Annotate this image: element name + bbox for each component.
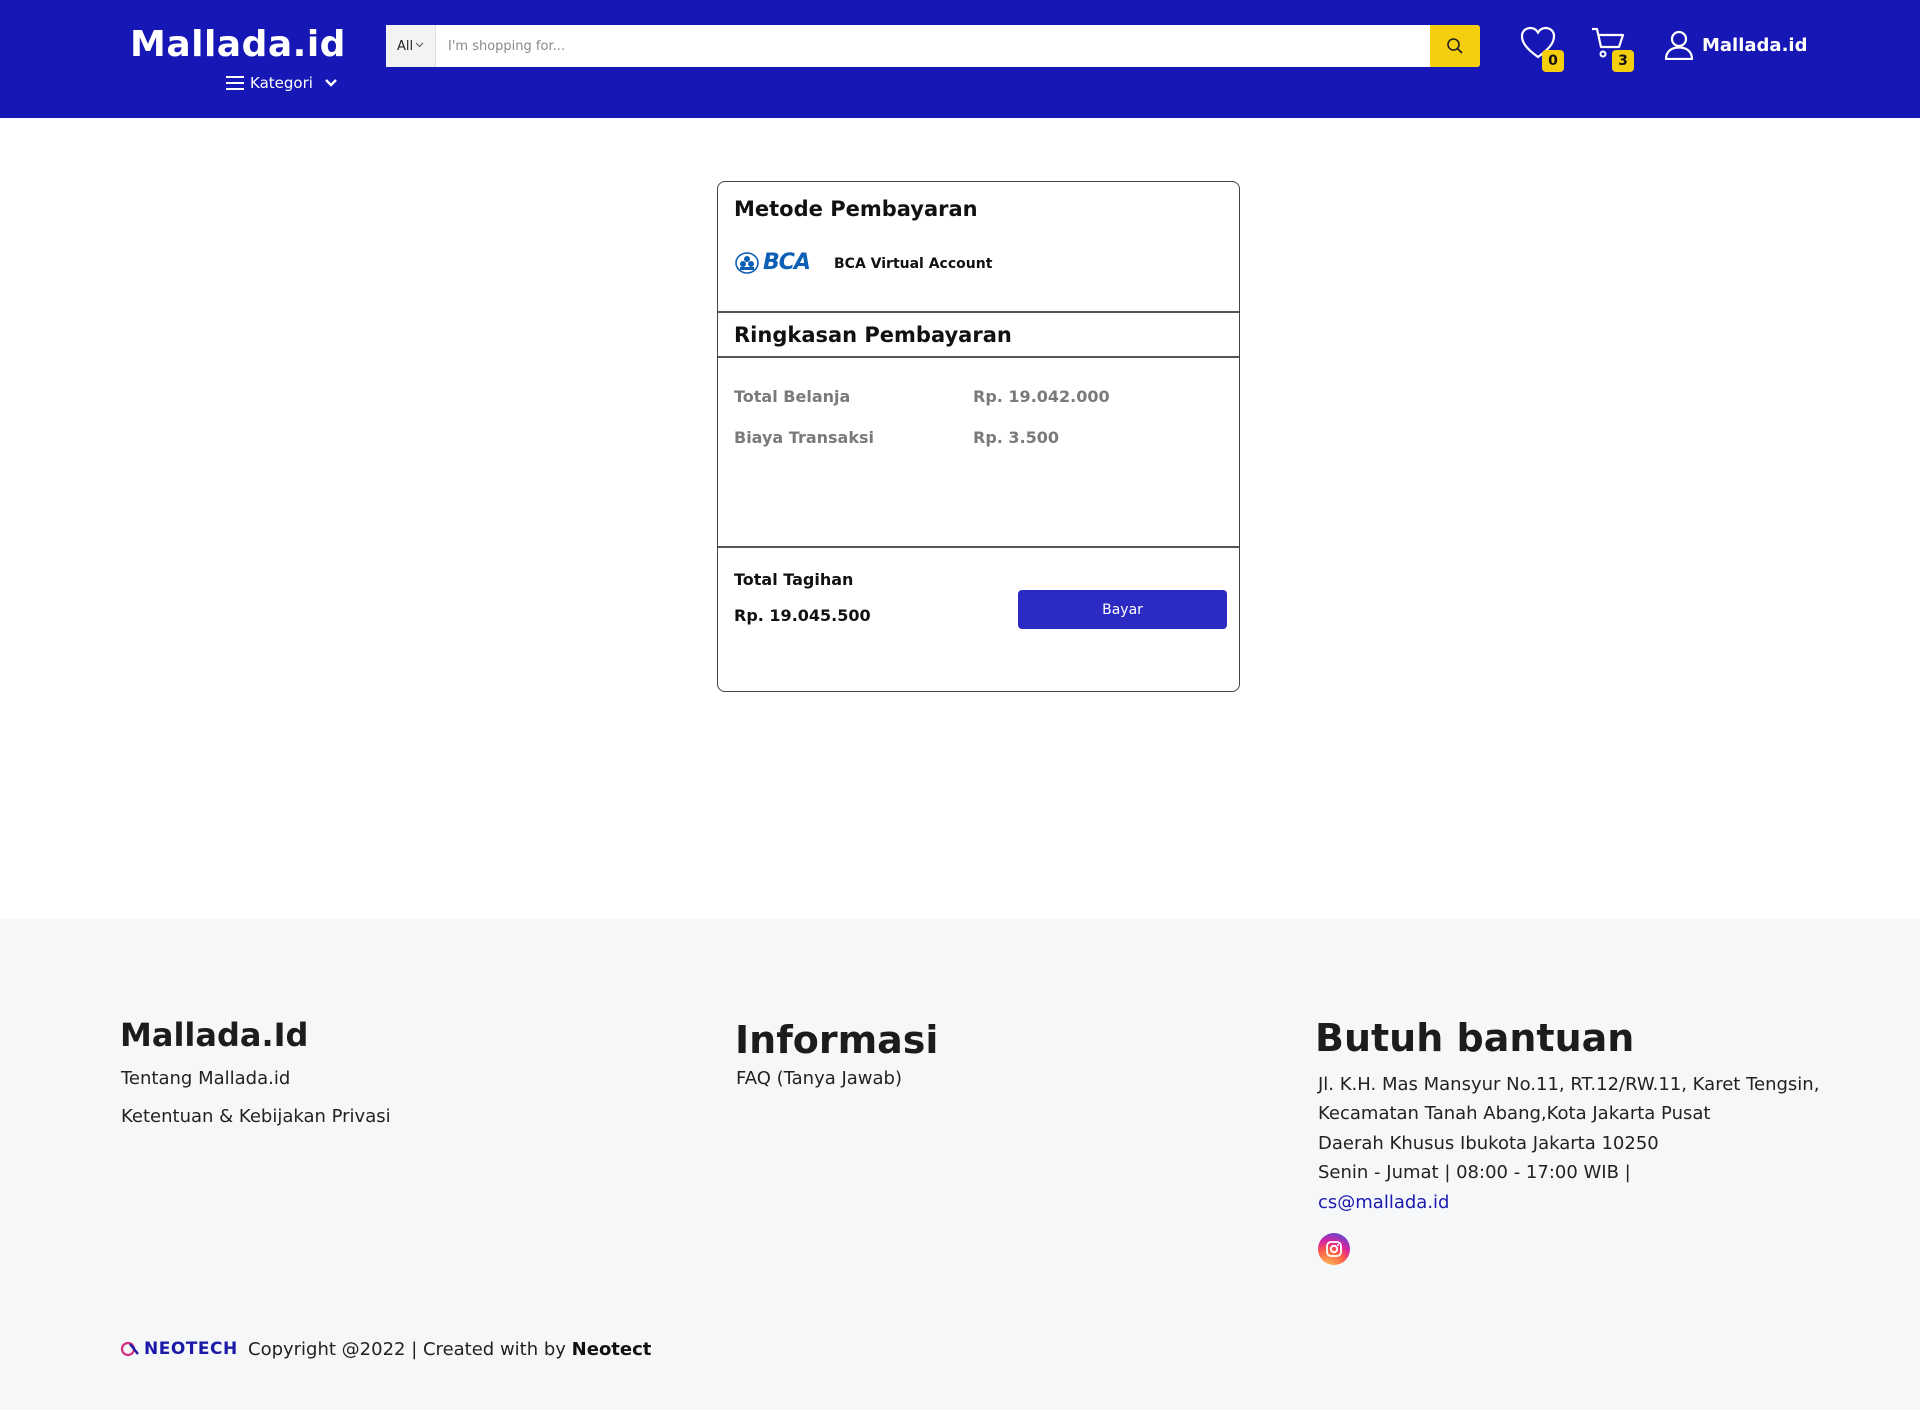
user-icon: [1664, 30, 1694, 60]
search-button[interactable]: [1430, 25, 1480, 67]
footer: [0, 919, 1920, 1410]
category-menu-label: Kategori: [250, 74, 313, 92]
search-bar: All: [386, 25, 1480, 67]
total-tagihan-label: Total Tagihan: [734, 570, 854, 589]
wishlist-count-badge: 0: [1542, 50, 1564, 72]
cart-button[interactable]: 3: [1590, 26, 1634, 72]
chevron-down-icon: [325, 76, 337, 91]
footer-link-about[interactable]: Tentang Mallada.id: [121, 1068, 290, 1089]
creator-name: Neotect: [571, 1339, 652, 1360]
account-label: Mallada.id: [1702, 34, 1808, 56]
bca-emblem-icon: [735, 251, 759, 274]
hamburger-icon: [226, 76, 244, 90]
footer-info-title: Informasi: [735, 1018, 939, 1062]
footer-address-line: Daerah Khusus Ibukota Jakarta 10250: [1318, 1133, 1659, 1154]
biaya-transaksi-label: Biaya Transaksi: [734, 428, 874, 447]
search-category-select[interactable]: All: [386, 25, 436, 67]
total-belanja-value: Rp. 19.042.000: [973, 387, 1110, 406]
instagram-icon: [1326, 1241, 1342, 1257]
neotech-logo: NEOTECH: [120, 1339, 238, 1359]
category-menu-button[interactable]: Kategori: [226, 74, 337, 92]
payment-summary-title: Ringkasan Pembayaran: [734, 323, 1012, 347]
site-logo[interactable]: Mallada.id: [130, 24, 346, 65]
divider: [718, 356, 1239, 358]
cart-count-badge: 3: [1612, 50, 1634, 72]
footer-link-privacy[interactable]: Ketentuan & Kebijakan Privasi: [121, 1106, 391, 1127]
footer-link-faq[interactable]: FAQ (Tanya Jawab): [736, 1068, 902, 1089]
total-tagihan-value: Rp. 19.045.500: [734, 606, 871, 625]
payment-card: Metode Pembayaran BCA BCA Virtual Accoun…: [717, 181, 1240, 692]
footer-hours: Senin - Jumat | 08:00 - 17:00 WIB |: [1318, 1162, 1631, 1183]
payment-method-title: Metode Pembayaran: [734, 197, 978, 221]
bca-logo-text: BCA: [763, 250, 811, 275]
instagram-button[interactable]: [1318, 1233, 1350, 1265]
dropdown-arrow-icon: [415, 41, 424, 51]
wishlist-button[interactable]: 0: [1520, 26, 1564, 72]
biaya-transaksi-value: Rp. 3.500: [973, 428, 1060, 447]
footer-address-line: Jl. K.H. Mas Mansyur No.11, RT.12/RW.11,…: [1318, 1074, 1820, 1095]
account-button[interactable]: Mallada.id: [1664, 30, 1807, 60]
neotech-logo-text: NEOTECH: [144, 1339, 238, 1359]
bca-logo: BCA: [735, 250, 811, 275]
search-category-value: All: [396, 38, 414, 54]
search-icon: [1447, 38, 1463, 54]
divider: [718, 311, 1239, 313]
divider: [718, 546, 1239, 548]
total-belanja-label: Total Belanja: [734, 387, 851, 406]
copyright-text: Copyright @2022 | Created with by Neotec…: [248, 1339, 651, 1360]
pay-button[interactable]: Bayar: [1018, 590, 1227, 629]
copyright-label: Copyright @2022 | Created with by: [248, 1339, 566, 1360]
neotech-emblem-icon: [120, 1341, 139, 1357]
top-navbar: Mallada.id Kategori All 0: [0, 0, 1920, 118]
payment-method-name: BCA Virtual Account: [834, 256, 993, 272]
footer-address-line: Kecamatan Tanah Abang,Kota Jakarta Pusat: [1318, 1103, 1711, 1124]
footer-help-title: Butuh bantuan: [1315, 1016, 1635, 1060]
footer-email-link[interactable]: cs@mallada.id: [1318, 1192, 1449, 1213]
footer-brand-title: Mallada.Id: [120, 1016, 309, 1054]
search-input[interactable]: [436, 25, 1430, 67]
